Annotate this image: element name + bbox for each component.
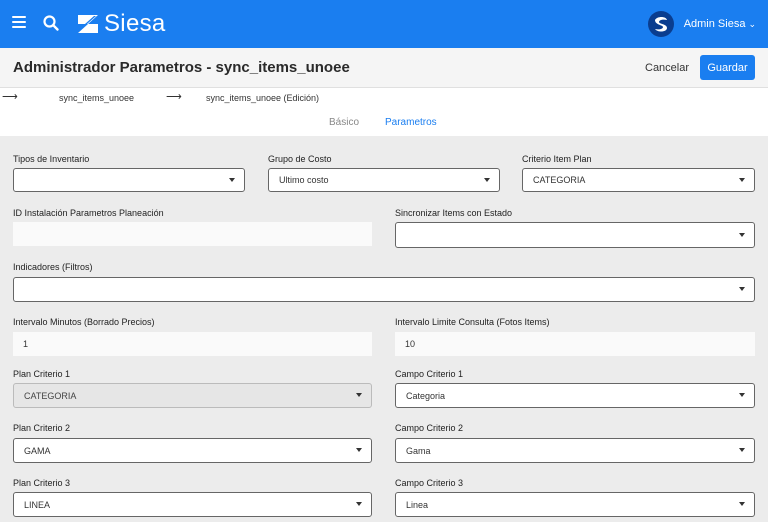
- chevron-down-icon: ⌄: [748, 18, 756, 29]
- caret-down-icon: [739, 178, 745, 182]
- campo-criterio-1-label: Campo Criterio 1: [395, 369, 464, 379]
- plan-criterio-1-select: CATEGORIA: [13, 383, 372, 408]
- campo-criterio-2-label: Campo Criterio 2: [395, 423, 464, 433]
- campo-criterio-2-select[interactable]: Gama: [395, 438, 755, 463]
- top-bar: Siesa Admin Siesa ⌄: [0, 0, 768, 48]
- page-title: Administrador Parametros - sync_items_un…: [13, 59, 350, 76]
- tipos-inventario-select[interactable]: [13, 168, 245, 192]
- sincronizar-estado-select[interactable]: [395, 222, 755, 248]
- cancel-button[interactable]: Cancelar: [645, 56, 689, 80]
- caret-down-icon: [484, 178, 490, 182]
- indicadores-select[interactable]: [13, 277, 755, 302]
- criterio-item-plan-label: Criterio Item Plan: [522, 154, 592, 164]
- brand-name: Siesa: [104, 10, 166, 37]
- plan-criterio-1-value: CATEGORIA: [24, 390, 77, 401]
- caret-down-icon: [356, 502, 362, 506]
- plan-criterio-1-label: Plan Criterio 1: [13, 369, 71, 379]
- intervalo-limite-label: Intervalo Limite Consulta (Fotos Items): [395, 317, 550, 327]
- campo-criterio-3-value: Linea: [406, 499, 429, 510]
- plan-criterio-2-value: GAMA: [24, 445, 51, 456]
- siesa-logo[interactable]: Siesa: [76, 10, 166, 38]
- hamburger-menu-icon[interactable]: [12, 16, 26, 30]
- tab-parametros[interactable]: Parametros: [385, 117, 437, 128]
- search-icon[interactable]: [42, 14, 60, 32]
- grupo-costo-value: Ultimo costo: [279, 175, 329, 185]
- tab-basico[interactable]: Básico: [329, 117, 359, 128]
- user-avatar-icon: [647, 11, 674, 37]
- siesa-logo-mark-icon: [78, 15, 98, 33]
- criterio-item-plan-select[interactable]: CATEGORIA: [522, 168, 755, 192]
- plan-criterio-2-select[interactable]: GAMA: [13, 438, 372, 463]
- intervalo-minutos-value: 1: [23, 339, 29, 349]
- sincronizar-estado-label: Sincronizar Items con Estado: [395, 208, 513, 218]
- plan-criterio-3-label: Plan Criterio 3: [13, 478, 71, 488]
- caret-down-icon: [739, 287, 745, 291]
- grupo-costo-label: Grupo de Costo: [268, 154, 332, 164]
- save-button[interactable]: Guardar: [700, 55, 755, 80]
- intervalo-limite-input[interactable]: 10: [395, 332, 755, 356]
- caret-down-icon: [739, 502, 745, 506]
- parameters-form: Tipos de Inventario Grupo de Costo Ultim…: [0, 137, 768, 522]
- id-instalacion-label: ID Instalación Parametros Planeación: [13, 208, 164, 218]
- arrow-right-icon: ⟶: [2, 91, 18, 103]
- breadcrumb: ⟶ sync_items_unoee ⟶ sync_items_unoee (E…: [0, 88, 768, 136]
- page-header: Administrador Parametros - sync_items_un…: [0, 48, 768, 88]
- breadcrumb-item-1[interactable]: sync_items_unoee: [59, 93, 134, 103]
- indicadores-label: Indicadores (Filtros): [13, 262, 93, 272]
- breadcrumb-item-2[interactable]: sync_items_unoee (Edición): [206, 93, 319, 103]
- caret-down-icon: [356, 393, 362, 397]
- grupo-costo-select[interactable]: Ultimo costo: [268, 168, 500, 192]
- campo-criterio-3-select[interactable]: Linea: [395, 492, 755, 517]
- plan-criterio-2-label: Plan Criterio 2: [13, 423, 71, 433]
- campo-criterio-1-select[interactable]: Categoria: [395, 383, 755, 408]
- caret-down-icon: [229, 178, 235, 182]
- campo-criterio-2-value: Gama: [406, 445, 431, 456]
- caret-down-icon: [739, 233, 745, 237]
- arrow-right-icon: ⟶: [166, 91, 182, 103]
- caret-down-icon: [739, 393, 745, 397]
- intervalo-minutos-input[interactable]: 1: [13, 332, 372, 356]
- caret-down-icon: [739, 448, 745, 452]
- campo-criterio-1-value: Categoria: [406, 390, 446, 401]
- plan-criterio-3-select[interactable]: LINEA: [13, 492, 372, 517]
- tipos-inventario-label: Tipos de Inventario: [13, 154, 90, 164]
- intervalo-limite-value: 10: [405, 339, 416, 349]
- user-name: Admin Siesa: [683, 18, 746, 30]
- campo-criterio-3-label: Campo Criterio 3: [395, 478, 464, 488]
- criterio-item-plan-value: CATEGORIA: [533, 175, 586, 185]
- caret-down-icon: [356, 448, 362, 452]
- user-menu[interactable]: Admin Siesa ⌄: [647, 10, 756, 38]
- intervalo-minutos-label: Intervalo Minutos (Borrado Precios): [13, 317, 155, 327]
- id-instalacion-input[interactable]: [13, 222, 372, 246]
- plan-criterio-3-value: LINEA: [24, 499, 51, 510]
